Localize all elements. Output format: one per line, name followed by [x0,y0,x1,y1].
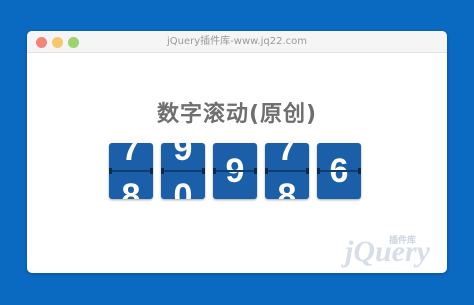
digit-tile-4: 7 8 [265,143,309,199]
hinge-right [202,168,205,174]
number-scroll-counter: 7 8 9 0 9 7 8 6 [109,143,365,201]
watermark-subtext: 插件库 [389,236,417,246]
digit-tile-5: 6 [317,143,361,199]
hinge-right [254,168,257,174]
title-bar: jQuery插件库-www.jq22.com [27,31,447,53]
page-title: 数字滚动(原创) [156,102,318,127]
watermark-text: jQuery [345,235,430,268]
digit-top-value: 7 [121,143,141,168]
flip-divider [317,170,361,172]
hinge-right [358,168,361,174]
hinge-left [109,168,112,174]
flip-divider [109,170,153,172]
hinge-left [161,168,164,174]
jquery-logo-watermark: jQuery 插件库 [345,231,445,271]
digit-bottom-value: 0 [173,177,193,199]
hinge-left [265,168,268,174]
hinge-left [213,168,216,174]
browser-window: jQuery插件库-www.jq22.com 数字滚动(原创) 7 8 9 0 … [27,31,447,273]
hinge-right [150,168,153,174]
flip-divider [213,170,257,172]
hinge-right [306,168,309,174]
hinge-left [317,168,320,174]
digit-tile-1: 7 8 [109,143,153,199]
digit-top-value: 7 [277,143,297,168]
digit-tile-2: 9 0 [161,143,205,199]
flip-divider [265,170,309,172]
window-title: jQuery插件库-www.jq22.com [167,36,307,47]
digit-bottom-value: 8 [277,177,297,199]
flip-divider [161,170,205,172]
digit-tile-3: 9 [213,143,257,199]
digit-bottom-value: 8 [121,177,141,199]
digit-top-value: 9 [173,143,193,168]
